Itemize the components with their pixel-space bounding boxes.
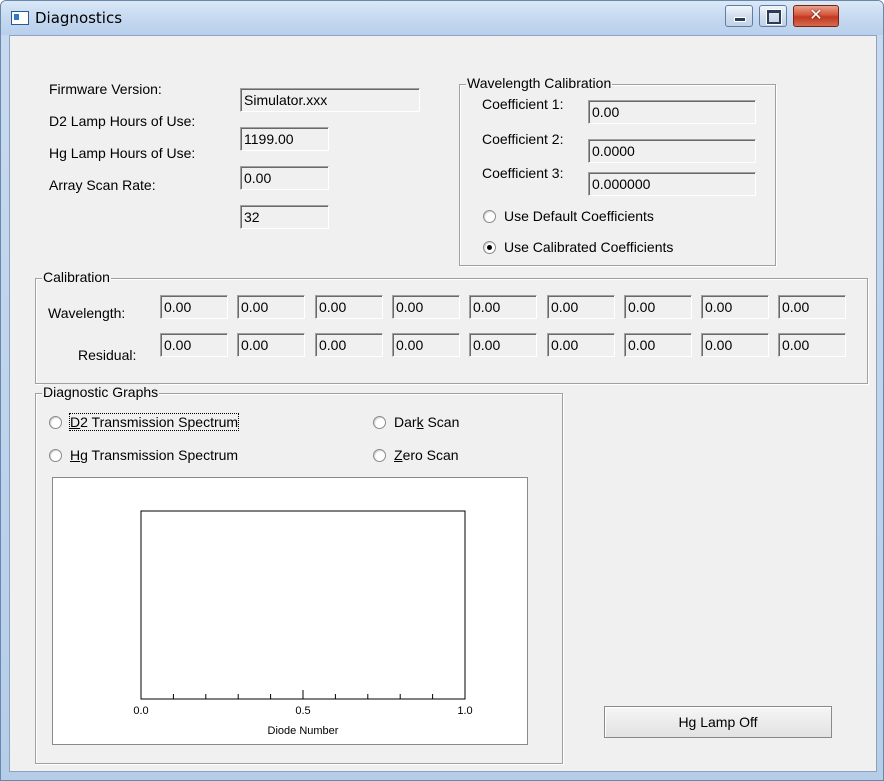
firmware-version-label: Firmware Version: [49, 81, 162, 97]
coefficient-2-field: 0.0000 [588, 139, 756, 163]
firmware-version-field: Simulator.xxx [240, 88, 420, 112]
wavelength-value-field: 0.00 [392, 295, 460, 319]
residual-value-field: 0.00 [547, 333, 615, 357]
plot-area-frame [140, 510, 466, 700]
wavelength-value-field: 0.00 [701, 295, 769, 319]
x-axis-label: Diode Number [268, 725, 339, 737]
hg-lamp-hours-field: 0.00 [240, 166, 329, 190]
x-tick-label: 1.0 [457, 705, 472, 717]
d2-lamp-hours-field: 1199.00 [240, 127, 329, 151]
calibration-title: Calibration [42, 269, 111, 285]
x-tick-label: 0.0 [133, 705, 148, 717]
wavelength-value-field: 0.00 [778, 295, 846, 319]
minimize-button[interactable] [725, 5, 753, 27]
zero-scan-label: Zero Scan [394, 447, 459, 463]
wavelength-calibration-title: Wavelength Calibration [466, 75, 613, 91]
d2-transmission-spectrum-option[interactable]: D2 Transmission Spectrum [49, 412, 240, 432]
dialog-client-area: Firmware Version: Simulator.xxx D2 Lamp … [9, 35, 877, 772]
use-calibrated-coefficients-option[interactable]: Use Calibrated Coefficients [483, 237, 673, 257]
dark-scan-option[interactable]: Dark Scan [373, 412, 459, 432]
residual-value-field: 0.00 [701, 333, 769, 357]
residual-value-field: 0.00 [624, 333, 692, 357]
diagnostics-window: Diagnostics ✕ Firmware Version: Simulato… [0, 0, 884, 781]
wavelength-value-field: 0.00 [469, 295, 537, 319]
close-icon: ✕ [809, 5, 823, 24]
use-calibrated-coefficients-radio[interactable] [483, 240, 496, 254]
residual-value-field: 0.00 [778, 333, 846, 357]
diagnostic-graph-panel: 0.0 0.5 1.0 Diode Number [52, 477, 528, 745]
wavelength-value-field: 0.00 [315, 295, 383, 319]
use-default-coefficients-radio[interactable] [483, 209, 496, 223]
dark-scan-label: Dark Scan [394, 414, 460, 430]
hg-lamp-hours-label: Hg Lamp Hours of Use: [49, 145, 196, 161]
use-default-coefficients-option[interactable]: Use Default Coefficients [483, 206, 654, 226]
hg-transmission-spectrum-option[interactable]: Hg Transmission Spectrum [49, 445, 238, 465]
use-default-coefficients-label: Use Default Coefficients [504, 208, 654, 224]
calibration-group: Calibration [35, 269, 868, 384]
wavelength-value-field: 0.00 [160, 295, 228, 319]
d2-transmission-spectrum-label: D2 Transmission Spectrum [68, 413, 240, 431]
dark-scan-radio[interactable] [373, 415, 386, 429]
diagnostic-graphs-title: Diagnostic Graphs [42, 384, 160, 400]
x-axis-tick-labels: 0.0 0.5 1.0 [133, 705, 472, 717]
use-calibrated-coefficients-label: Use Calibrated Coefficients [504, 239, 674, 255]
minimize-icon [734, 17, 746, 22]
coefficient-1-label: Coefficient 1: [482, 96, 564, 112]
coefficient-3-field: 0.000000 [588, 172, 756, 196]
wavelength-value-field: 0.00 [237, 295, 305, 319]
residual-value-field: 0.00 [160, 333, 228, 357]
array-scan-rate-label: Array Scan Rate: [49, 177, 156, 193]
zero-scan-radio[interactable] [373, 448, 386, 462]
hg-lamp-off-button[interactable]: Hg Lamp Off [604, 706, 832, 738]
coefficient-1-field: 0.00 [588, 100, 756, 124]
maximize-button[interactable] [759, 5, 787, 27]
zero-scan-option[interactable]: Zero Scan [373, 445, 459, 465]
coefficient-2-label: Coefficient 2: [482, 131, 564, 147]
diagnostic-graph-plot: 0.0 0.5 1.0 Diode Number [133, 510, 473, 737]
wavelength-value-field: 0.00 [624, 295, 692, 319]
array-scan-rate-field: 32 [240, 205, 329, 229]
wavelength-value-field: 0.00 [547, 295, 615, 319]
d2-lamp-hours-label: D2 Lamp Hours of Use: [49, 113, 196, 129]
app-window-icon [11, 11, 29, 25]
residual-value-field: 0.00 [237, 333, 305, 357]
residual-value-field: 0.00 [392, 333, 460, 357]
x-tick-label: 0.5 [295, 705, 310, 717]
title-bar[interactable]: Diagnostics ✕ [1, 1, 883, 35]
wavelength-row-label: Wavelength: [48, 305, 126, 321]
hg-transmission-spectrum-radio[interactable] [49, 448, 62, 462]
residual-value-field: 0.00 [469, 333, 537, 357]
hg-transmission-spectrum-label: Hg Transmission Spectrum [70, 447, 239, 463]
residual-value-field: 0.00 [315, 333, 383, 357]
coefficient-3-label: Coefficient 3: [482, 165, 564, 181]
residual-row-label: Residual: [78, 347, 137, 363]
d2-transmission-spectrum-radio[interactable] [49, 415, 62, 429]
close-button[interactable]: ✕ [793, 5, 839, 27]
window-title: Diagnostics [35, 9, 123, 27]
maximize-icon [767, 10, 781, 24]
